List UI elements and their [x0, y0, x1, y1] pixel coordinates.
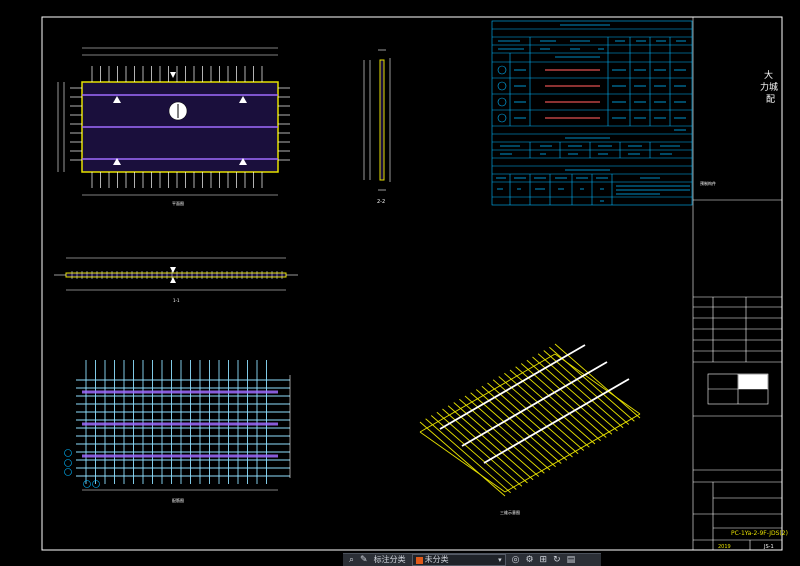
chevron-down-icon: ▾ [498, 556, 502, 564]
layer-name: 未分类 [424, 555, 449, 564]
company-char-2: 力城 [760, 81, 778, 93]
cad-drawing-canvas[interactable]: 大 力城 配 预制构件 PC-1Ya-2-9F-JDS(2) 2019 JS-1 [0, 0, 800, 566]
section-1-1-label: 1-1 [173, 298, 180, 303]
section-2-2: 2-2 [363, 49, 391, 205]
sheet-number: JS-1 [763, 544, 774, 550]
iso-view: 三维示意图 [419, 343, 641, 515]
iso-edge [419, 353, 556, 433]
section-1-1: 1-1 [54, 257, 298, 303]
refresh-icon[interactable]: ↻ [553, 554, 561, 566]
layer-color-swatch [415, 556, 423, 564]
stamp-fill [738, 374, 768, 389]
status-toolbar: ⌕ ✎ 标注分类 未分类 ▾ ◎ ⚙ ⊞ ↻ ▤ [343, 553, 601, 566]
company-char-1: 大 [764, 69, 773, 81]
plan-view: 平面图 [57, 47, 290, 206]
table-text-marks [496, 24, 690, 202]
section-2-2-label: 2-2 [377, 199, 385, 205]
drawing-number: PC-1Ya-2-9F-JDS(2) [731, 530, 788, 537]
annotate-category-label[interactable]: 标注分类 [374, 554, 406, 566]
grid-icon[interactable]: ⊞ [540, 554, 548, 566]
rebar-plan-title: 配筋图 [172, 497, 184, 503]
gear-icon[interactable]: ⚙ [525, 554, 533, 566]
company-char-3: 配 [766, 94, 775, 105]
edit-icon[interactable]: ✎ [360, 554, 368, 566]
iso-edge [504, 413, 641, 493]
search-icon[interactable]: ⌕ [349, 554, 354, 566]
iso-view-title: 三维示意图 [500, 509, 520, 515]
sheet-date: 2019 [718, 544, 731, 550]
layer-dropdown[interactable]: 未分类 ▾ [411, 554, 506, 566]
target-icon[interactable]: ◎ [512, 554, 520, 566]
plan-view-title: 平面图 [172, 200, 184, 206]
rebar-plan: 配筋图 [64, 360, 291, 503]
iso-edge [419, 431, 506, 493]
layers-icon[interactable]: ▤ [567, 554, 576, 566]
project-name: 预制构件 [700, 180, 716, 186]
